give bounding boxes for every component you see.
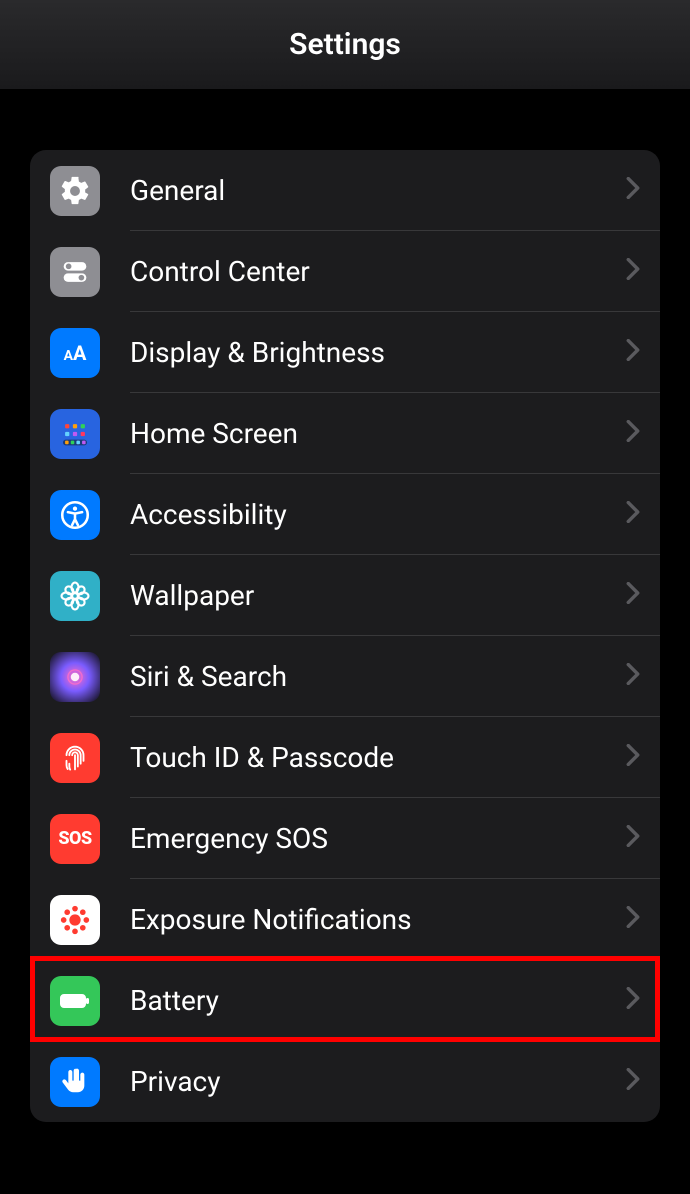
row-label: General — [130, 174, 626, 207]
row-label: Wallpaper — [130, 579, 626, 612]
settings-row-home-screen[interactable]: Home Screen — [30, 393, 660, 474]
settings-row-accessibility[interactable]: Accessibility — [30, 474, 660, 555]
settings-row-general[interactable]: General — [30, 150, 660, 231]
hand-icon — [50, 1057, 100, 1107]
chevron-right-icon — [626, 744, 640, 772]
page-title: Settings — [289, 27, 401, 62]
chevron-right-icon — [626, 177, 640, 205]
settings-group: General Control Center AA — [30, 150, 660, 1122]
settings-row-emergency-sos[interactable]: SOS Emergency SOS — [30, 798, 660, 879]
row-label: Touch ID & Passcode — [130, 741, 626, 774]
chevron-right-icon — [626, 825, 640, 853]
settings-row-wallpaper[interactable]: Wallpaper — [30, 555, 660, 636]
row-label: Control Center — [130, 255, 626, 288]
row-label: Emergency SOS — [130, 822, 626, 855]
accessibility-icon — [50, 490, 100, 540]
chevron-right-icon — [626, 420, 640, 448]
flower-icon — [50, 571, 100, 621]
chevron-right-icon — [626, 987, 640, 1015]
settings-row-touch-id[interactable]: Touch ID & Passcode — [30, 717, 660, 798]
siri-icon — [50, 652, 100, 702]
settings-row-exposure[interactable]: Exposure Notifications — [30, 879, 660, 960]
chevron-right-icon — [626, 1068, 640, 1096]
settings-row-control-center[interactable]: Control Center — [30, 231, 660, 312]
battery-icon — [50, 976, 100, 1026]
row-label: Home Screen — [130, 417, 626, 450]
chevron-right-icon — [626, 501, 640, 529]
header: Settings — [0, 0, 690, 90]
gear-icon — [50, 166, 100, 216]
row-label: Privacy — [130, 1065, 626, 1098]
settings-row-siri-search[interactable]: Siri & Search — [30, 636, 660, 717]
chevron-right-icon — [626, 582, 640, 610]
row-label: Battery — [130, 984, 626, 1017]
chevron-right-icon — [626, 258, 640, 286]
chevron-right-icon — [626, 663, 640, 691]
row-label: Accessibility — [130, 498, 626, 531]
row-label: Siri & Search — [130, 660, 626, 693]
settings-row-battery[interactable]: Battery — [30, 960, 660, 1041]
text-size-icon: AA — [50, 328, 100, 378]
sos-icon: SOS — [50, 814, 100, 864]
settings-row-privacy[interactable]: Privacy — [30, 1041, 660, 1122]
chevron-right-icon — [626, 339, 640, 367]
row-label: Display & Brightness — [130, 336, 626, 369]
chevron-right-icon — [626, 906, 640, 934]
row-label: Exposure Notifications — [130, 903, 626, 936]
settings-row-display-brightness[interactable]: AA Display & Brightness — [30, 312, 660, 393]
toggles-icon — [50, 247, 100, 297]
app-grid-icon — [50, 409, 100, 459]
fingerprint-icon — [50, 733, 100, 783]
exposure-icon — [50, 895, 100, 945]
settings-content: General Control Center AA — [0, 90, 690, 1122]
